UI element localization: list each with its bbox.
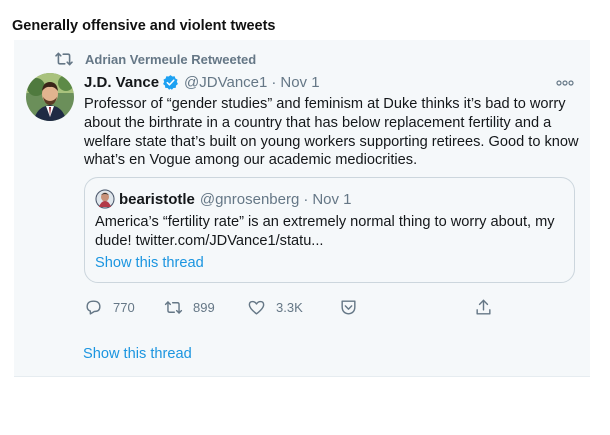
heart-icon bbox=[248, 300, 265, 315]
tweet-actions: 770 899 3.3K bbox=[84, 298, 504, 320]
reply-icon bbox=[86, 300, 101, 315]
quoted-author-handle[interactable]: @gnrosenberg bbox=[200, 191, 299, 208]
quoted-header-separator: · bbox=[303, 190, 309, 208]
share-button[interactable] bbox=[474, 298, 493, 317]
save-button[interactable] bbox=[339, 298, 368, 317]
quoted-tweet-date[interactable]: Nov 1 bbox=[312, 191, 351, 208]
more-options-icon[interactable] bbox=[555, 76, 575, 90]
author-handle[interactable]: @JDVance1 bbox=[184, 74, 267, 91]
quoted-author-avatar bbox=[95, 189, 115, 209]
author-avatar[interactable] bbox=[26, 73, 74, 121]
author-name[interactable]: J.D. Vance bbox=[84, 74, 159, 91]
retweet-icon bbox=[164, 301, 183, 314]
quoted-show-thread-link[interactable]: Show this thread bbox=[95, 255, 204, 271]
verified-badge-icon bbox=[162, 74, 179, 91]
header-separator: · bbox=[271, 74, 277, 91]
like-count: 3.3K bbox=[276, 300, 303, 315]
tweet-date[interactable]: Nov 1 bbox=[280, 74, 319, 91]
retweet-count: 899 bbox=[193, 300, 215, 315]
tweet-card[interactable]: Adrian Vermeule Retweeted J.D. Vance @JD… bbox=[14, 40, 590, 377]
quoted-author-name[interactable]: bearistotle bbox=[119, 191, 195, 208]
page-heading: Generally offensive and violent tweets bbox=[12, 18, 276, 34]
show-thread-link[interactable]: Show this thread bbox=[83, 346, 192, 362]
retweet-button[interactable]: 899 bbox=[164, 298, 215, 317]
retweet-icon bbox=[54, 51, 74, 67]
tweet-text: Professor of “gender studies” and femini… bbox=[84, 96, 579, 169]
quoted-tweet-text: America’s “fertility rate” is an extreme… bbox=[95, 214, 555, 249]
tweet-header: J.D. Vance @JDVance1 · Nov 1 bbox=[84, 74, 320, 91]
reply-button[interactable]: 770 bbox=[84, 298, 135, 317]
quoted-tweet[interactable]: bearistotle @gnrosenberg · Nov 1 America… bbox=[84, 177, 575, 283]
share-icon bbox=[476, 299, 491, 315]
reply-count: 770 bbox=[113, 300, 135, 315]
quoted-tweet-header: bearistotle @gnrosenberg · Nov 1 bbox=[95, 189, 352, 209]
like-button[interactable]: 3.3K bbox=[247, 298, 303, 317]
retweet-context[interactable]: Adrian Vermeule Retweeted bbox=[54, 51, 256, 67]
retweet-label: Adrian Vermeule Retweeted bbox=[85, 51, 257, 67]
save-icon bbox=[341, 300, 356, 315]
